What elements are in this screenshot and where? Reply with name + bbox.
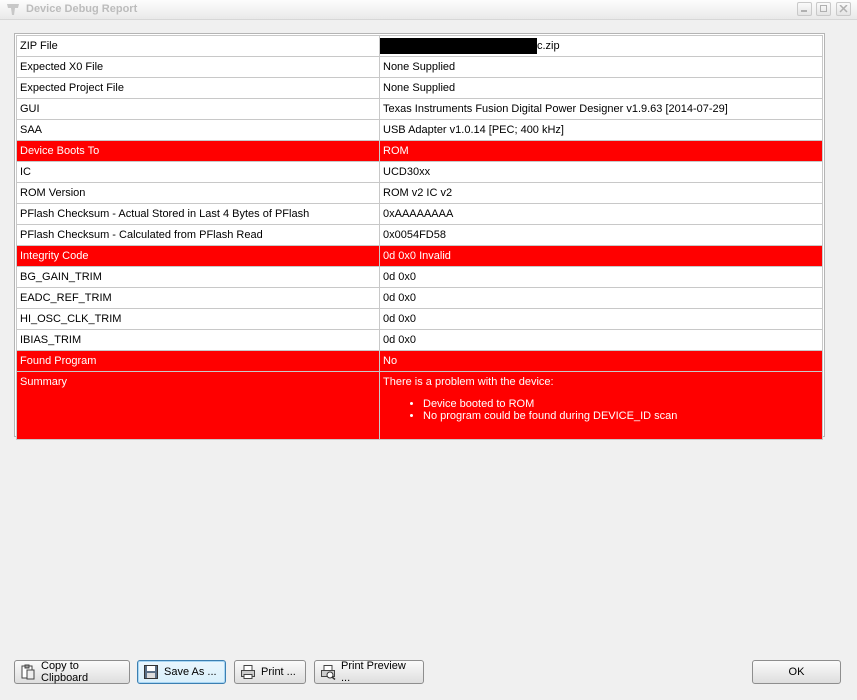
copy-to-clipboard-button[interactable]: Copy to Clipboard — [14, 660, 130, 684]
report-row-value: 0xAAAAAAAA — [379, 203, 823, 225]
print-preview-icon — [321, 665, 336, 680]
report-row-key: IC — [16, 161, 380, 183]
report-row-value-text: c.zip — [537, 39, 560, 52]
report-row: GUI Texas Instruments Fusion Digital Powe… — [16, 98, 823, 120]
report-row-key: ZIP File — [16, 35, 380, 57]
minimize-icon — [801, 10, 807, 12]
save-button-label: Save As ... — [164, 666, 217, 678]
print-button-label: Print ... — [261, 666, 296, 678]
report-row-key: HI_OSC_CLK_TRIM — [16, 308, 380, 330]
report-row-value: 0d 0x0 — [379, 266, 823, 288]
report-row-key: IBIAS_TRIM — [16, 329, 380, 351]
report-row-value: 0d 0x0 — [379, 329, 823, 351]
report-row-value: 0d 0x0 Invalid — [379, 245, 823, 267]
summary-item: No program could be found during DEVICE_… — [423, 410, 822, 422]
close-icon — [839, 5, 848, 13]
report-table: ZIP File c.zip Expected X0 File None Suppli… — [16, 35, 823, 440]
redaction-block — [380, 38, 537, 54]
report-row-value: No — [379, 350, 823, 372]
report-row-key: GUI — [16, 98, 380, 120]
summary-row: Summary There is a problem with the devi… — [16, 371, 823, 440]
minimize-button[interactable] — [797, 2, 812, 16]
summary-body: Summary There is a problem with the devi… — [16, 371, 823, 440]
report-row-key: Expected X0 File — [16, 56, 380, 78]
report-row-key: Device Boots To — [16, 140, 380, 162]
report-row-key: BG_GAIN_TRIM — [16, 266, 380, 288]
print-preview-button[interactable]: Print Preview ... — [314, 660, 424, 684]
ti-logo-icon — [7, 4, 19, 15]
summary-item: Device booted to ROM — [423, 398, 822, 410]
summary-value: There is a problem with the device: Devi… — [379, 371, 823, 440]
report-row-key: ROM Version — [16, 182, 380, 204]
ok-button-label: OK — [788, 666, 805, 678]
report-row-key: PFlash Checksum - Calculated from PFlash… — [16, 224, 380, 246]
title-bar: Device Debug Report — [0, 0, 857, 20]
window-title: Device Debug Report — [26, 3, 138, 15]
report-row-value: None Supplied — [379, 56, 823, 78]
printer-icon — [241, 665, 255, 679]
report-row-value: 0x0054FD58 — [379, 224, 823, 246]
report-row: Found Program No — [16, 350, 823, 372]
report-row-value: USB Adapter v1.0.14 [PEC; 400 kHz] — [379, 119, 823, 141]
report-panel: ZIP File c.zip Expected X0 File None Suppli… — [14, 33, 825, 440]
report-row: BG_GAIN_TRIM 0d 0x0 — [16, 266, 823, 288]
report-row: Integrity Code 0d 0x0 Invalid — [16, 245, 823, 267]
report-row-value: 0d 0x0 — [379, 308, 823, 330]
report-row: SAA USB Adapter v1.0.14 [PEC; 400 kHz] — [16, 119, 823, 141]
report-row-value: ROM — [379, 140, 823, 162]
summary-list: Device booted to ROM No program could be… — [383, 398, 822, 422]
preview-button-label: Print Preview ... — [341, 660, 406, 684]
floppy-disk-icon — [144, 665, 158, 679]
maximize-icon — [820, 5, 827, 12]
report-row: Expected X0 File None Supplied — [16, 56, 823, 78]
report-row: IC UCD30xx — [16, 161, 823, 183]
report-row: PFlash Checksum - Calculated from PFlash… — [16, 224, 823, 246]
report-row-value: UCD30xx — [379, 161, 823, 183]
clipboard-icon — [21, 664, 35, 680]
report-row-key: Found Program — [16, 350, 380, 372]
report-row: HI_OSC_CLK_TRIM 0d 0x0 — [16, 308, 823, 330]
report-row: Expected Project File None Supplied — [16, 77, 823, 99]
report-row: Device Boots To ROM — [16, 140, 823, 162]
report-row-value: ROM v2 IC v2 — [379, 182, 823, 204]
report-row-value: c.zip — [379, 35, 823, 57]
summary-intro: There is a problem with the device: — [383, 376, 554, 388]
report-body: ZIP File c.zip Expected X0 File None Suppli… — [16, 35, 823, 372]
report-row-key: SAA — [16, 119, 380, 141]
ok-button[interactable]: OK — [752, 660, 841, 684]
save-as-button[interactable]: Save As ... — [137, 660, 226, 684]
report-row: ROM Version ROM v2 IC v2 — [16, 182, 823, 204]
report-row: IBIAS_TRIM 0d 0x0 — [16, 329, 823, 351]
copy-button-label: Copy to Clipboard — [41, 660, 89, 684]
report-row-key: EADC_REF_TRIM — [16, 287, 380, 309]
report-row-value: 0d 0x0 — [379, 287, 823, 309]
summary-key: Summary — [16, 371, 380, 440]
report-row-key: Expected Project File — [16, 77, 380, 99]
report-row: ZIP File c.zip — [16, 35, 823, 57]
report-row-value: Texas Instruments Fusion Digital Power D… — [379, 98, 823, 120]
report-row-key: PFlash Checksum - Actual Stored in Last … — [16, 203, 380, 225]
report-row-key: Integrity Code — [16, 245, 380, 267]
maximize-button[interactable] — [816, 2, 831, 16]
close-button[interactable] — [836, 2, 851, 16]
report-row-value: None Supplied — [379, 77, 823, 99]
print-button[interactable]: Print ... — [234, 660, 306, 684]
report-row: PFlash Checksum - Actual Stored in Last … — [16, 203, 823, 225]
report-row: EADC_REF_TRIM 0d 0x0 — [16, 287, 823, 309]
